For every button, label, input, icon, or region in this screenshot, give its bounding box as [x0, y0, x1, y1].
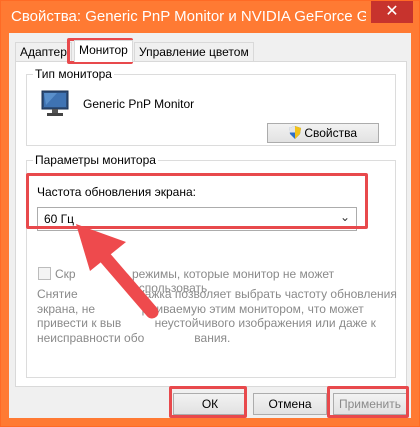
tab-monitor[interactable]: Монитор	[74, 40, 133, 62]
pointer-arrow-icon	[76, 224, 159, 319]
